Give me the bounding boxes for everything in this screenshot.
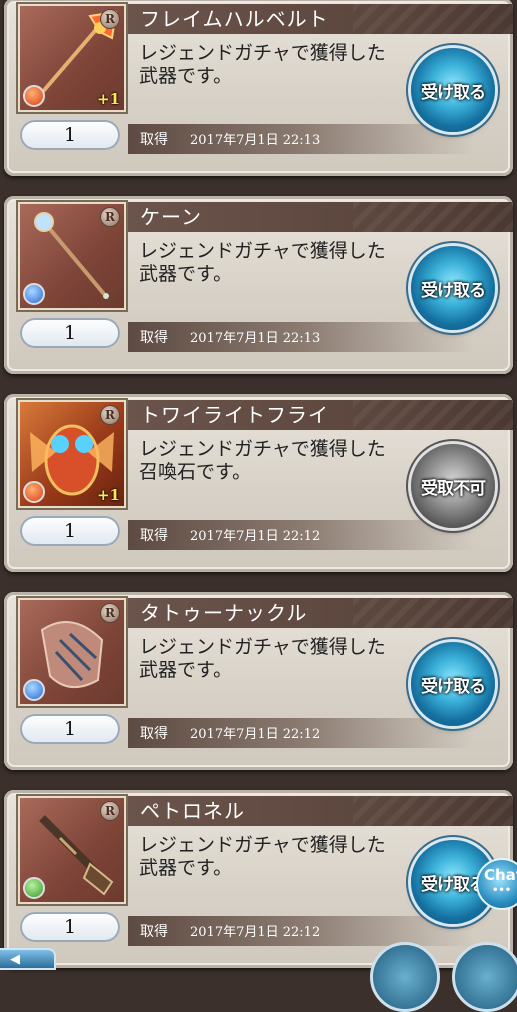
present-card: R +1 フレイムハルベルト レジェンドガチャで獲得した武器です。 1 取得 2…	[4, 0, 513, 176]
item-description: レジェンドガチャで獲得した武器です。	[139, 42, 386, 87]
rarity-badge: R	[100, 207, 120, 227]
item-quantity: 1	[20, 714, 120, 744]
item-description: レジェンドガチャで獲得した武器です。	[139, 636, 386, 681]
acquired-label: 取得	[140, 726, 168, 742]
rarity-badge: R	[100, 405, 120, 425]
chat-label: Chat	[484, 866, 517, 884]
item-name: ケーン	[128, 202, 513, 232]
item-thumbnail[interactable]: R	[18, 598, 126, 706]
present-card: R ケーン レジェンドガチャで獲得した武器です。 1 取得 2017年7月1日 …	[4, 196, 513, 374]
item-name: ペトロネル	[128, 796, 513, 826]
acquired-date: 2017年7月1日 22:13	[190, 331, 321, 346]
receive-button[interactable]: 受け取る	[411, 48, 495, 132]
item-description: レジェンドガチャで獲得した武器です。	[139, 834, 386, 879]
item-thumbnail[interactable]: R +1	[18, 4, 126, 112]
item-quantity: 1	[20, 318, 120, 348]
rarity-badge: R	[100, 9, 120, 29]
present-card: R ペトロネル レジェンドガチャで獲得した武器です。 1 取得 2017年7月1…	[4, 790, 513, 968]
acquired-date: 2017年7月1日 22:13	[190, 133, 321, 148]
acquired-date: 2017年7月1日 22:12	[190, 727, 321, 742]
acquired-date: 2017年7月1日 22:12	[190, 529, 321, 544]
menu-round-button[interactable]	[452, 942, 517, 1012]
present-card: R +1 トワイライトフライ レジェンドガチャで獲得した召喚石です。 1 取得 …	[4, 394, 513, 572]
acquired-label: 取得	[140, 528, 168, 544]
receive-button[interactable]: 受け取る	[411, 246, 495, 330]
acquired-label: 取得	[140, 330, 168, 346]
chat-dots-icon: •••	[492, 885, 512, 896]
present-card: R タトゥーナックル レジェンドガチャで獲得した武器です。 1 取得 2017年…	[4, 592, 513, 770]
item-quantity: 1	[20, 516, 120, 546]
acquired-date: 2017年7月1日 22:12	[190, 925, 321, 940]
item-thumbnail[interactable]: R	[18, 796, 126, 904]
item-quantity: 1	[20, 912, 120, 942]
item-name: フレイムハルベルト	[128, 4, 513, 34]
receive-button[interactable]: 受け取る	[411, 642, 495, 726]
water-element-icon	[23, 283, 45, 305]
fire-element-icon	[23, 481, 45, 503]
acquired-label: 取得	[140, 132, 168, 148]
item-description: レジェンドガチャで獲得した召喚石です。	[139, 438, 386, 483]
wind-element-icon	[23, 877, 45, 899]
acquired-label: 取得	[140, 924, 168, 940]
rarity-badge: R	[100, 603, 120, 623]
plus-badge: +1	[96, 90, 120, 108]
back-button[interactable]: ◀	[0, 948, 56, 970]
item-quantity: 1	[20, 120, 120, 150]
item-thumbnail[interactable]: R	[18, 202, 126, 310]
rarity-badge: R	[100, 801, 120, 821]
item-thumbnail[interactable]: R +1	[18, 400, 126, 508]
item-description: レジェンドガチャで獲得した武器です。	[139, 240, 386, 285]
fire-element-icon	[23, 85, 45, 107]
unavailable-button[interactable]: 受取不可	[411, 444, 495, 528]
water-element-icon	[23, 679, 45, 701]
item-name: トワイライトフライ	[128, 400, 513, 430]
menu-round-button[interactable]	[370, 942, 440, 1012]
plus-badge: +1	[96, 486, 120, 504]
item-name: タトゥーナックル	[128, 598, 513, 628]
